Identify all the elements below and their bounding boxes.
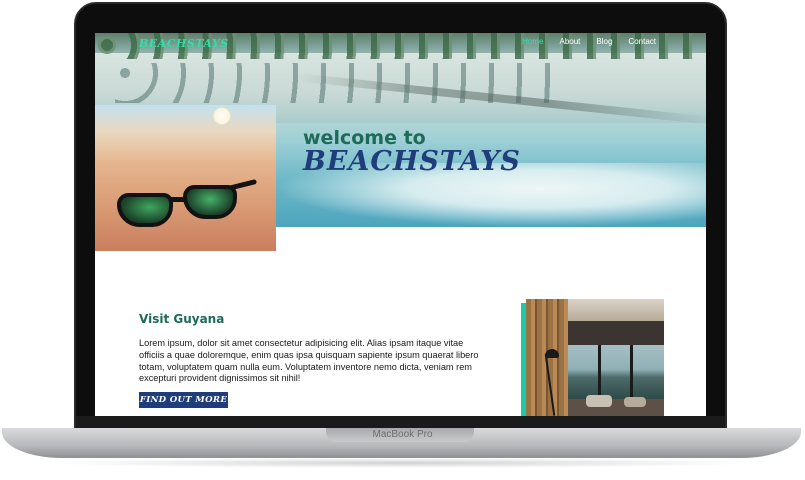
device-label: MacBook Pro xyxy=(372,429,433,440)
room-floor xyxy=(568,399,664,416)
find-out-more-button[interactable]: FIND OUT MORE xyxy=(139,392,228,408)
room-chair xyxy=(624,397,646,407)
sunglasses-photo xyxy=(95,105,276,251)
nav-about-link[interactable]: About xyxy=(560,37,581,46)
sunglasses-icon xyxy=(113,178,258,231)
browser-viewport: BEACHSTAYS Home About Blog Contact welco… xyxy=(95,33,706,416)
hero-wordmark: BEACHSTAYS xyxy=(303,146,521,177)
room-chair xyxy=(586,395,612,407)
sunglasses-right-lens xyxy=(183,185,237,219)
main-nav: Home About Blog Contact xyxy=(522,37,656,46)
sunglasses-left-lens xyxy=(117,193,173,227)
room-window xyxy=(568,345,664,399)
section-title: Visit Guyana xyxy=(139,312,225,326)
nav-contact-link[interactable]: Contact xyxy=(628,37,656,46)
window-mullion xyxy=(598,345,601,399)
site-logo[interactable]: BEACHSTAYS xyxy=(139,37,229,50)
floor-lamp-icon xyxy=(545,349,559,358)
laptop-shadow xyxy=(40,458,765,468)
nav-home-link[interactable]: Home xyxy=(522,37,543,46)
window-mullion xyxy=(630,345,633,399)
room-photo xyxy=(526,299,664,416)
nav-blog-link[interactable]: Blog xyxy=(596,37,612,46)
sun-glare xyxy=(213,107,231,125)
section-body: Lorem ipsum, dolor sit amet consectetur … xyxy=(139,338,479,384)
